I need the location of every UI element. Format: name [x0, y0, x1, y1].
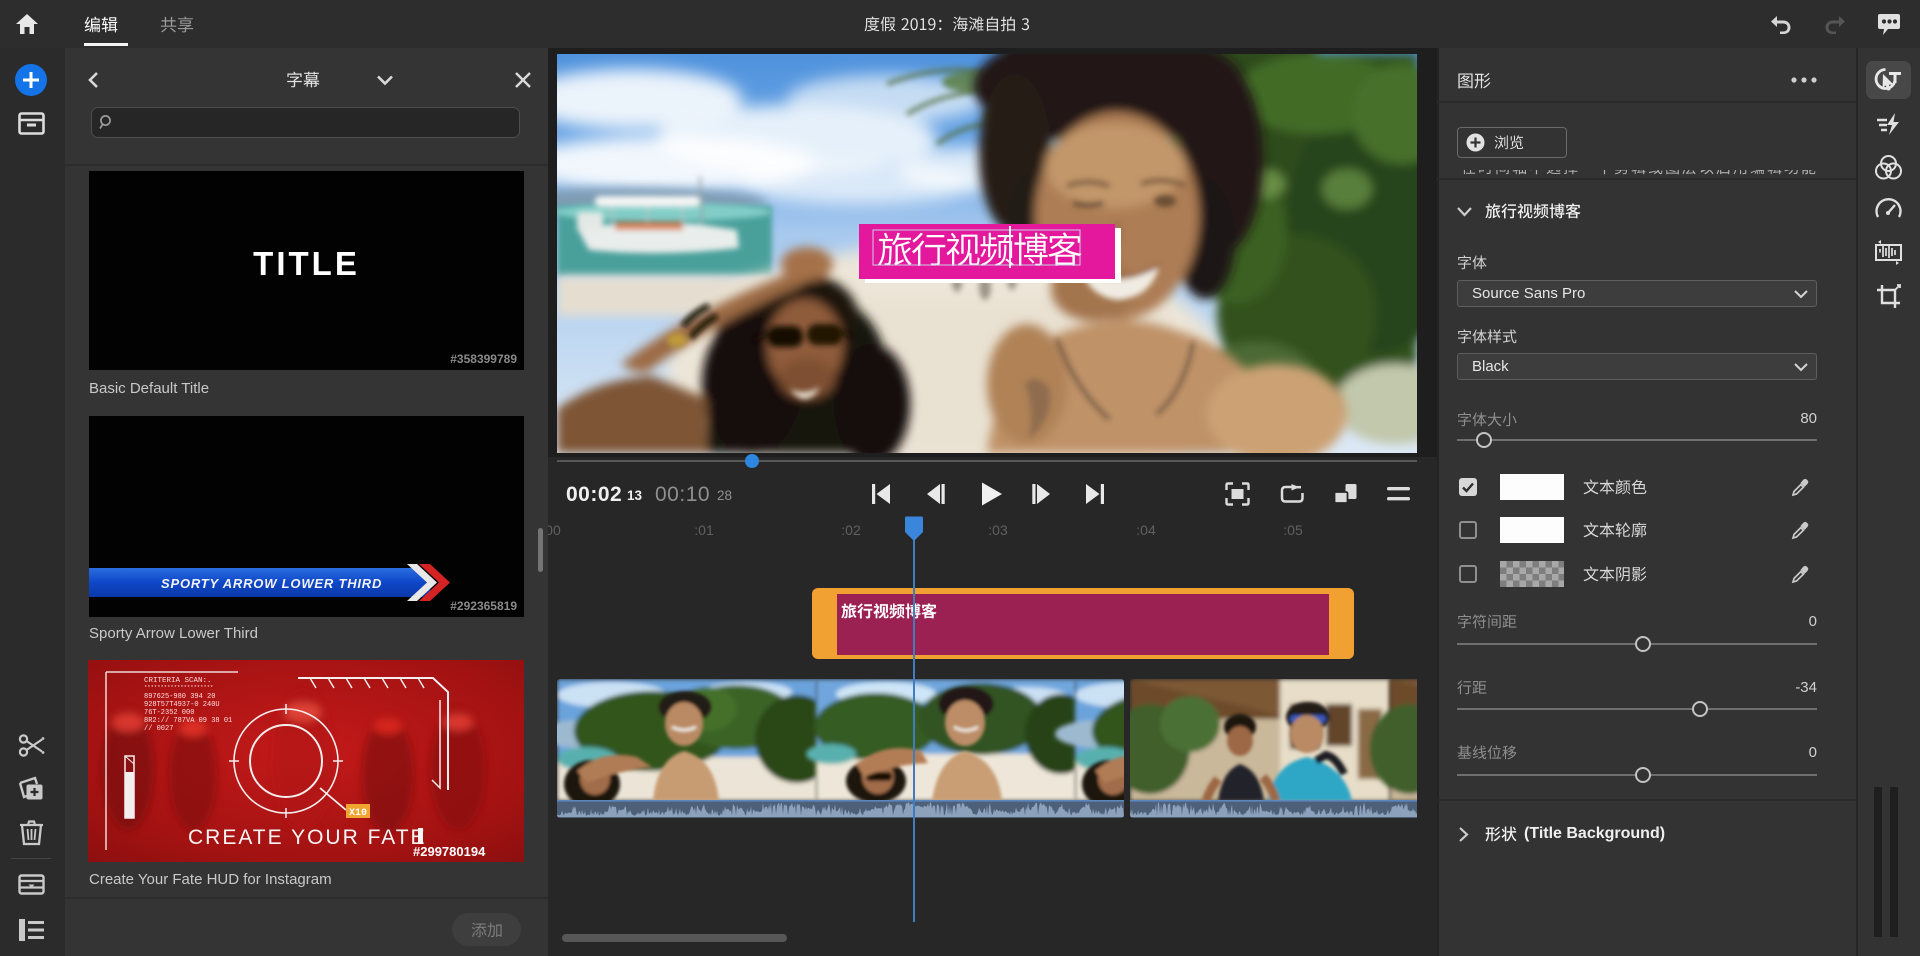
svg-text:// 0027: // 0027	[144, 725, 173, 733]
svg-text:CREATE YOUR FATE: CREATE YOUR FATE	[188, 826, 427, 849]
svg-text:X10: X10	[349, 808, 367, 819]
svg-text:*********************: *********************	[144, 684, 213, 691]
svg-text:76T-2352 000: 76T-2352 000	[144, 709, 194, 717]
svg-text:SPORTY ARROW LOWER THIRD: SPORTY ARROW LOWER THIRD	[161, 576, 382, 591]
svg-text:897625-980 394 20: 897625-980 394 20	[144, 693, 215, 701]
svg-text:8R2:// 787VA 09 38 01: 8R2:// 787VA 09 38 01	[144, 717, 232, 725]
svg-text:928T57T4937-0 240U: 928T57T4937-0 240U	[144, 701, 220, 709]
svg-text:#299780194: #299780194	[413, 844, 486, 859]
